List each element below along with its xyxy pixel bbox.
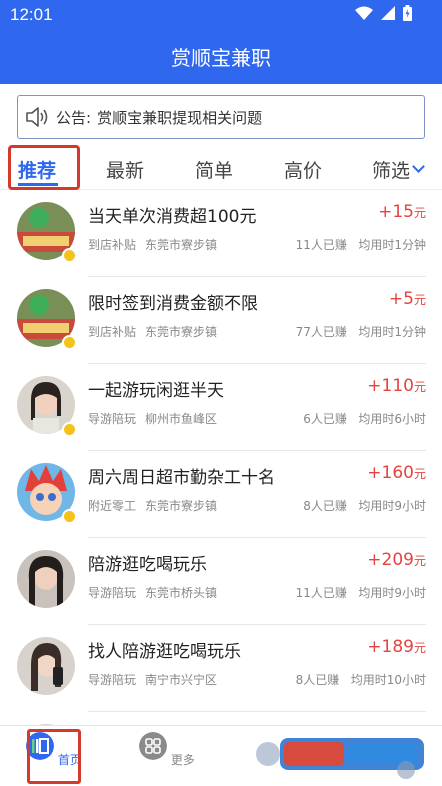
job-price: +15元 — [378, 202, 426, 222]
announcement-text[interactable]: 赏顺宝兼职提现相关问题 — [97, 107, 262, 128]
job-category: 导游陪玩 — [88, 412, 137, 426]
job-price: +209元 — [367, 550, 426, 570]
verified-badge-icon — [62, 422, 77, 437]
avatar — [17, 637, 75, 695]
list-item[interactable]: 当天单次消费超100元 +15元 到店补贴 东莞市寮步镇 11人已赚 均用时1分… — [0, 190, 442, 277]
wifi-icon — [355, 6, 373, 20]
verified-badge-icon — [62, 248, 77, 263]
job-stats: 8人已赚 均用时10小时 — [295, 673, 426, 687]
job-price: +5元 — [388, 289, 426, 309]
job-title: 找人陪游逛吃喝玩乐 — [88, 642, 241, 662]
job-location: 柳州市鱼峰区 — [145, 412, 218, 426]
nav-highlight-box — [27, 729, 81, 784]
job-title: 当天单次消费超100元 — [88, 207, 257, 227]
announcement-banner[interactable]: 公告: 赏顺宝兼职提现相关问题 — [17, 95, 425, 139]
battery-icon — [403, 5, 412, 21]
job-location: 东莞市寮步镇 — [145, 238, 218, 252]
tab-high-price[interactable]: 高价 — [284, 156, 322, 183]
job-title: 一起游玩闲逛半天 — [88, 381, 224, 401]
page-title: 赏顺宝兼职 — [171, 46, 271, 70]
announcement-label: 公告: — [56, 108, 92, 127]
chevron-down-icon[interactable] — [412, 160, 425, 173]
job-price: +160元 — [367, 463, 426, 483]
job-stats: 8人已赚 均用时9小时 — [303, 499, 426, 513]
job-category: 到店补贴 — [88, 325, 137, 339]
grid-icon — [139, 732, 168, 760]
list-item[interactable]: 陪游逛吃喝玩乐 +209元 导游陪玩 东莞市桥头镇 11人已赚 均用时9小时 — [0, 538, 442, 625]
avatar — [17, 550, 75, 608]
status-time: 12:01 — [10, 5, 53, 24]
tab-highlight-box — [8, 145, 80, 190]
job-price: +189元 — [367, 637, 426, 657]
job-title: 限时签到消费金额不限 — [88, 294, 258, 314]
job-location: 东莞市寮步镇 — [145, 499, 218, 513]
job-category: 到店补贴 — [88, 238, 137, 252]
app-header: 12:01 赏顺宝兼职 — [0, 0, 442, 84]
status-bar: 12:01 — [0, 0, 442, 30]
list-item[interactable]: 限时签到消费金额不限 +5元 到店补贴 东莞市寮步镇 77人已赚 均用时1分钟 — [0, 277, 442, 364]
list-item[interactable]: 一起游玩闲逛半天 +110元 导游陪玩 柳州市鱼峰区 6人已赚 均用时6小时 — [0, 364, 442, 451]
job-location: 东莞市寮步镇 — [145, 325, 218, 339]
watermark-logo — [256, 738, 424, 779]
job-stats: 11人已赚 均用时9小时 — [295, 586, 426, 600]
job-title: 陪游逛吃喝玩乐 — [88, 555, 207, 575]
speaker-icon — [26, 107, 48, 127]
verified-badge-icon — [62, 509, 77, 524]
status-icons — [355, 5, 412, 21]
tab-simple[interactable]: 简单 — [195, 156, 233, 183]
job-location: 南宁市兴宁区 — [145, 673, 218, 687]
job-category: 附近零工 — [88, 499, 137, 513]
tab-filter[interactable]: 筛选 — [372, 156, 410, 183]
job-stats: 6人已赚 均用时6小时 — [303, 412, 426, 426]
list-item-partial[interactable] — [0, 712, 442, 725]
job-category: 导游陪玩 — [88, 586, 137, 600]
verified-badge-icon — [62, 335, 77, 350]
tab-latest[interactable]: 最新 — [106, 156, 144, 183]
job-stats: 77人已赚 均用时1分钟 — [295, 325, 426, 339]
job-stats: 11人已赚 均用时1分钟 — [295, 238, 426, 252]
job-list[interactable]: 当天单次消费超100元 +15元 到店补贴 东莞市寮步镇 11人已赚 均用时1分… — [0, 190, 442, 725]
job-price: +110元 — [367, 376, 426, 396]
nav-more[interactable]: 更多 — [137, 732, 197, 768]
nav-more-label: 更多 — [170, 753, 195, 767]
list-item[interactable]: 找人陪游逛吃喝玩乐 +189元 导游陪玩 南宁市兴宁区 8人已赚 均用时10小时 — [0, 625, 442, 712]
list-item[interactable]: 周六周日超市勤杂工十名 +160元 附近零工 东莞市寮步镇 8人已赚 均用时9小… — [0, 451, 442, 538]
job-title: 周六周日超市勤杂工十名 — [88, 468, 275, 488]
job-category: 导游陪玩 — [88, 673, 137, 687]
signal-icon — [381, 6, 395, 20]
job-location: 东莞市桥头镇 — [145, 586, 218, 600]
